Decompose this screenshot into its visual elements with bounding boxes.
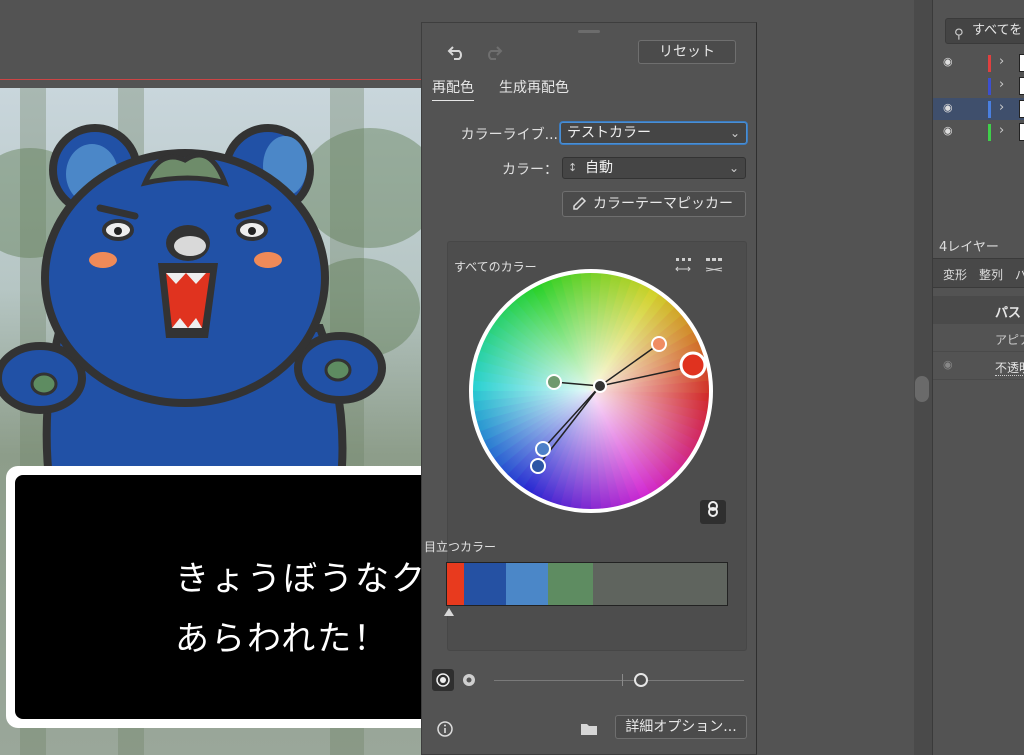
layers-search-input[interactable]: ⚲ すべてを (945, 18, 1024, 44)
canvas-area[interactable]: きょうぼうなクマ あらわれた！ (0, 0, 461, 755)
prominent-color-segment[interactable] (447, 563, 464, 605)
prominent-colors-title: 目立つカラー (424, 540, 497, 554)
chevron-down-icon: ⌄ (729, 126, 740, 140)
layer-thumbnail (1019, 54, 1024, 72)
opacity-label: 不透明 (995, 361, 1024, 376)
dialog-line-2: あらわれた！ (175, 619, 390, 659)
prominent-color-segment[interactable] (592, 563, 727, 605)
artboard-guide-line (0, 79, 422, 80)
folder-icon[interactable] (580, 721, 598, 741)
search-icon: ⚲ (954, 27, 964, 42)
layer-row[interactable]: ◉ › (933, 98, 1024, 120)
advanced-options-button[interactable]: 詳細オプション... (615, 715, 747, 739)
tab-pathfinder[interactable]: パ (1015, 266, 1024, 283)
chevron-right-icon[interactable]: › (999, 54, 1004, 69)
layer-row[interactable]: ◉ › (933, 52, 1024, 74)
eye-icon[interactable]: ◉ (943, 55, 953, 68)
appearance-path-title: パス (933, 296, 1024, 324)
color-wheel-panel: すべてのカラー 目立つカラー (424, 241, 748, 652)
prominent-color-segment[interactable] (463, 563, 506, 605)
layer-color-swatch (988, 55, 991, 72)
layer-count: 4レイヤー (939, 240, 999, 255)
chevron-right-icon[interactable]: › (999, 100, 1004, 115)
slider-tick (622, 674, 623, 686)
eye-icon[interactable]: ◉ (943, 124, 953, 137)
dialog-line-1: きょうぼうなクマ (175, 559, 463, 599)
redo-icon[interactable] (484, 43, 504, 65)
layer-thumbnail (1019, 123, 1024, 141)
layer-row[interactable]: ◉ › (933, 121, 1024, 143)
eye-icon[interactable]: ◉ (943, 358, 953, 371)
tab-align[interactable]: 整列 (979, 266, 1003, 283)
app-window: きょうぼうなクマ あらわれた！ リセット 再配色 生成再配色 カラーライブ...… (0, 0, 1024, 755)
eye-icon[interactable]: ◉ (943, 101, 953, 114)
layer-color-swatch (988, 101, 991, 118)
colors-label: カラー： (502, 162, 558, 178)
dialog-inner: きょうぼうなクマ あらわれた！ (15, 475, 461, 719)
eyedropper-icon (571, 196, 587, 220)
layer-color-swatch (988, 124, 991, 141)
chevron-right-icon[interactable]: › (999, 77, 1004, 92)
color-library-label: カラーライブ... (460, 127, 558, 143)
tab-transform[interactable]: 変形 (943, 266, 967, 283)
layer-thumbnail (1019, 77, 1024, 95)
stepper-icon[interactable]: ↕ (568, 158, 577, 178)
layer-row[interactable]: › (933, 75, 1024, 97)
properties-tabs: 変形 整列 パ (933, 258, 1024, 288)
color-library-select[interactable]: テストカラー ⌄ (560, 122, 747, 144)
panel-drag-handle[interactable] (578, 30, 600, 33)
appearance-label: アピア (933, 324, 1024, 352)
prominent-color-segment[interactable] (547, 563, 593, 605)
dialog-box: きょうぼうなクマ あらわれた！ (6, 466, 461, 728)
tab-generative-recolor[interactable]: 生成再配色 (499, 77, 569, 97)
layers-panel: ⚲ すべてを ◉››◉›◉› 4レイヤー 変形 整列 パ パス アピア ◉ 不透… (932, 0, 1024, 755)
layers-search-placeholder: すべてを (972, 23, 1023, 38)
prominent-colors-bar[interactable] (446, 562, 728, 606)
tab-recolor[interactable]: 再配色 (432, 77, 474, 101)
prominent-colors-section: 目立つカラー (424, 242, 748, 652)
layer-thumbnail (1019, 100, 1024, 118)
scrollbar-thumb[interactable] (915, 376, 929, 402)
colors-value: 自動 (585, 160, 613, 176)
bear-illustration[interactable] (0, 88, 422, 488)
undo-icon[interactable] (446, 43, 466, 65)
info-icon[interactable] (437, 721, 453, 741)
color-library-value: テストカラー (567, 125, 651, 141)
reset-button[interactable]: リセット (638, 40, 736, 64)
recolor-panel: リセット 再配色 生成再配色 カラーライブ... テストカラー ⌄ カラー： ↕… (421, 22, 757, 755)
saturation-mode-icon[interactable] (432, 669, 454, 691)
hue-mode-icon[interactable] (458, 669, 480, 691)
color-theme-picker-label: カラーテーマピッカー (593, 196, 733, 212)
saturation-slider-row (432, 669, 748, 693)
color-theme-picker-button[interactable]: カラーテーマピッカー (562, 191, 746, 217)
layer-color-swatch (988, 78, 991, 95)
slider-knob[interactable] (634, 673, 648, 687)
opacity-row[interactable]: ◉ 不透明 (933, 352, 1024, 380)
slider-track[interactable] (494, 680, 744, 681)
chevron-down-icon: ⌄ (728, 161, 739, 175)
chevron-right-icon[interactable]: › (999, 123, 1004, 138)
color-bar-marker[interactable] (444, 608, 454, 616)
colors-stepper-select[interactable]: ↕ 自動 ⌄ (562, 157, 746, 179)
prominent-color-segment[interactable] (505, 563, 548, 605)
